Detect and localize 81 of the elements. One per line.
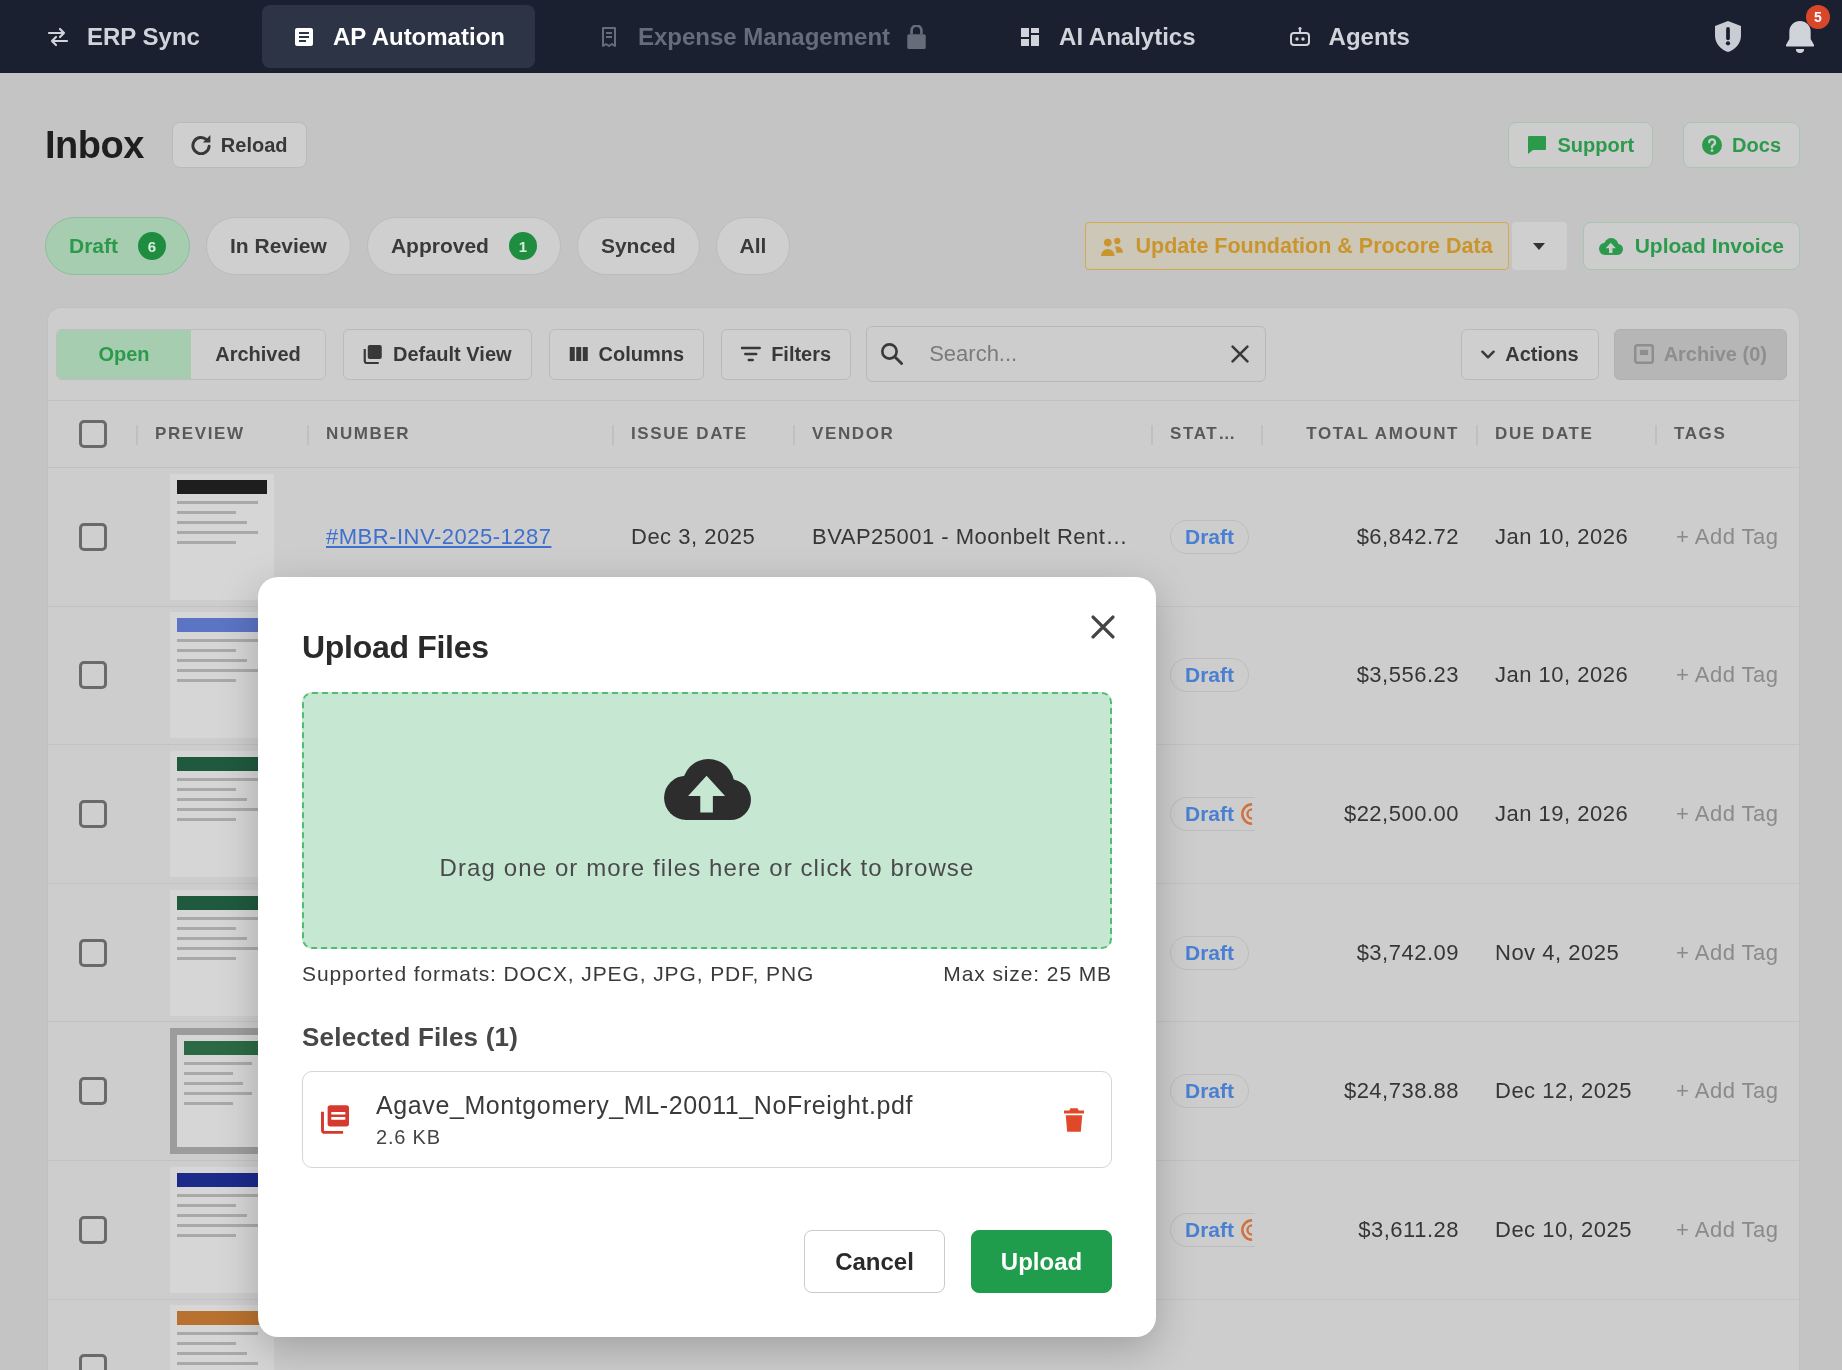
amount-text: $3,611.28 (1358, 1216, 1459, 1243)
reload-button[interactable]: Reload (171, 122, 307, 168)
amount-text: $24,738.88 (1343, 1078, 1459, 1105)
columns-icon (568, 344, 589, 364)
due-date-text: Jan 10, 2026 (1495, 662, 1629, 689)
column-header: PREVIEW (138, 401, 309, 467)
indicator-icon (1241, 1218, 1253, 1241)
status-filter-tab[interactable]: Draft 6 (45, 217, 190, 275)
vendor-text: BVAP25001 - Moonbelt Rent… (812, 523, 1128, 550)
pdf-file-icon (321, 1105, 349, 1134)
search-icon (881, 343, 904, 365)
file-name: Agave_Montgomery_ML-20011_NoFreight.pdf (376, 1090, 914, 1120)
status-filter-tab[interactable]: In Review (206, 217, 351, 275)
status-filter-tab[interactable]: Synced (576, 217, 700, 275)
cancel-button[interactable]: Cancel (804, 1230, 945, 1293)
nav-tab[interactable]: AP Automation (261, 5, 535, 68)
cloud-upload-icon (663, 759, 751, 820)
cloud-upload-icon (1598, 237, 1623, 255)
actions-button[interactable]: Actions (1461, 328, 1599, 380)
caret-icon (1533, 242, 1546, 250)
filter-icon (741, 344, 762, 364)
column-header: ISSUE DATE (614, 401, 795, 467)
column-header: TOTAL AMOUNT (1263, 401, 1478, 467)
archive-icon (1633, 344, 1654, 364)
column-header: STAT… (1153, 401, 1263, 467)
status-filter-tab[interactable]: All (715, 217, 791, 275)
robot-icon (1287, 24, 1312, 49)
search-field[interactable]: Search... (866, 326, 1267, 382)
status-filter-tab[interactable]: Approved 1 (366, 217, 561, 275)
due-date-text: Nov 4, 2025 (1495, 939, 1620, 966)
due-date-text: Jan 19, 2026 (1495, 801, 1629, 827)
layers-icon (363, 344, 383, 364)
refresh-icon (190, 135, 211, 155)
due-date-text: Dec 12, 2025 (1495, 1078, 1632, 1105)
users-icon (1101, 236, 1124, 256)
amount-text: $3,742.09 (1356, 939, 1459, 966)
file-size: 2.6 KB (376, 1124, 441, 1149)
row-checkbox[interactable] (79, 661, 107, 690)
row-checkbox[interactable] (79, 522, 107, 551)
amount-text: $22,500.00 (1343, 801, 1459, 827)
selected-files-heading: Selected Files (1) (302, 1022, 520, 1052)
due-date-text: Dec 10, 2025 (1495, 1216, 1632, 1243)
close-icon[interactable] (1231, 345, 1250, 363)
file-dropzone[interactable]: Drag one or more files here or click to browse (302, 692, 1112, 949)
columns-button[interactable]: Columns (548, 328, 705, 380)
count-badge: 6 (138, 232, 166, 260)
nav-tab[interactable]: AI Analytics (988, 5, 1226, 68)
column-header: TAGS (1673, 423, 1728, 445)
select-all-checkbox[interactable] (79, 420, 107, 448)
nav-tab[interactable]: ERP Sync (16, 5, 230, 68)
upload-button[interactable]: Upload (971, 1230, 1112, 1293)
count-badge: 1 (508, 232, 537, 260)
chevron-down-icon (1481, 349, 1496, 359)
notification-badge: 5 (1806, 4, 1830, 29)
column-header: DUE DATE (1478, 401, 1657, 467)
max-size-note: Max size: 25 MB (943, 962, 1112, 986)
due-date-text: Jan 10, 2026 (1495, 523, 1629, 550)
dialog-title: Upload Files (302, 628, 490, 667)
nav-tab[interactable]: Agents (1257, 5, 1440, 68)
column-header: VENDOR (795, 401, 1153, 467)
default-view-button[interactable]: Default View (343, 328, 532, 380)
supported-formats-note: Supported formats: DOCX, JPEG, JPG, PDF, PNG (302, 962, 815, 986)
issue-date-text: Dec 3, 2025 (631, 523, 756, 550)
amount-text: $6,842.72 (1356, 523, 1459, 550)
shield-icon[interactable] (1715, 21, 1741, 52)
indicator-icon (1241, 803, 1253, 825)
row-checkbox[interactable] (79, 1077, 107, 1106)
lock-icon (907, 24, 927, 49)
dropdown-toggle-button[interactable] (1511, 222, 1567, 270)
help-icon (1702, 135, 1723, 155)
trash-icon[interactable] (1064, 1107, 1084, 1132)
row-checkbox[interactable] (79, 800, 107, 828)
column-header: NUMBER (309, 401, 614, 467)
bell-icon[interactable] (1786, 20, 1814, 53)
page-title: Inbox (45, 123, 144, 168)
chat-icon (1527, 135, 1548, 155)
filters-button[interactable]: Filters (721, 328, 852, 380)
close-icon (1091, 615, 1115, 639)
amount-text: $3,556.23 (1356, 662, 1459, 689)
row-checkbox[interactable] (79, 1215, 107, 1244)
row-checkbox[interactable] (79, 938, 107, 967)
